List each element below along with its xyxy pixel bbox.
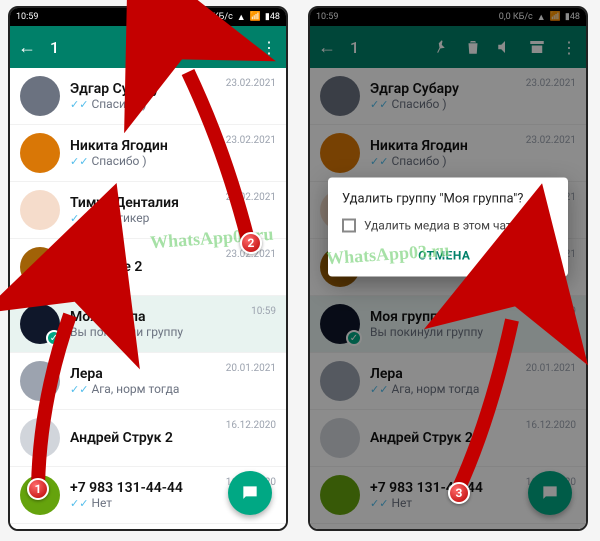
chat-row[interactable]: Тимур Денталия✓✓🌸Стикер 23.02.2021 [10,182,286,239]
chat-name: Дед Теле 2 [70,259,216,275]
avatar[interactable] [20,190,60,230]
mute-icon[interactable] [196,38,214,56]
step-badge-1: 1 [27,478,49,500]
delete-media-checkbox[interactable] [342,218,356,232]
avatar[interactable] [20,247,60,287]
chat-subtitle: ✓✓🌸Стикер [70,211,216,225]
read-ticks-icon: ✓✓ [70,212,88,225]
step-badge-3: 3 [448,482,470,504]
delete-dialog: Удалить группу "Моя группа"? Удалить мед… [328,177,568,276]
avatar[interactable] [20,76,60,116]
chat-subtitle-text: Ага, норм тогда [91,382,179,396]
chat-name: +7 983 131-44-44 [70,480,216,496]
chat-date: 10:59 [251,306,276,317]
wifi-icon: 📶 [250,12,261,22]
step-badge-2: 2 [240,232,262,254]
read-ticks-icon: ✓✓ [70,155,88,168]
chat-name: Тимур Денталия [70,195,216,211]
phone-right: 10:59 0,0 КБ/с ▲ 📶 ▮48 ← 1 [308,6,588,531]
chat-row[interactable]: ✓ Моя группаВы покинули группу 10:59 [10,296,286,353]
status-net: 59,4 КБ/с [194,12,233,22]
dialog-title: Удалить группу "Моя группа"? [342,191,554,206]
chat-subtitle: ✓✓Нет [70,496,216,510]
avatar[interactable] [20,133,60,173]
chat-name: Лера [70,366,216,382]
chat-subtitle-text: Стикер [109,211,149,225]
read-ticks-icon: ✓✓ [70,497,88,510]
chat-date: 23.02.2021 [226,135,276,146]
delete-icon[interactable] [164,38,182,56]
chat-date: 23.02.2021 [226,78,276,89]
read-ticks-icon: ✓✓ [70,383,88,396]
sticker-icon: 🌸 [91,211,106,225]
archive-icon[interactable] [228,38,246,56]
confirm-button[interactable]: УДАЛИТЬ [490,242,554,268]
chat-row[interactable]: Эдгар Субару✓✓Спасибо ) 23.02.2021 [10,68,286,125]
chat-list[interactable]: Эдгар Субару✓✓Спасибо )23.02.2021Никита … [10,68,286,529]
chat-date: 20.01.2021 [226,363,276,374]
chat-subtitle: ✓✓Спасибо ) [70,97,216,111]
chat-subtitle-text: Спасибо ) [91,154,146,168]
selection-count: 1 [50,38,59,57]
selection-toolbar: ← 1 ⋮ [10,26,286,68]
chat-subtitle: ✓✓Ага, норм тогда [70,382,216,396]
chat-subtitle-text: Нет [91,496,112,510]
status-bar: 10:59 59,4 КБ/с ▲ 📶 ▮48 [10,8,286,26]
phone-left: 10:59 59,4 КБ/с ▲ 📶 ▮48 ← 1 [8,6,288,531]
status-time: 10:59 [16,12,38,22]
selected-check-icon: ✓ [46,330,62,346]
chat-name: Эдгар Субару [70,81,216,97]
chat-name: Моя группа [70,309,241,325]
modal-overlay[interactable]: Удалить группу "Моя группа"? Удалить мед… [310,8,586,529]
chat-row[interactable]: Андрей Струк 2 16.12.2020 [10,410,286,467]
avatar[interactable] [20,361,60,401]
chat-name: Никита Ягодин [70,138,216,154]
battery-icon: ▮48 [265,12,280,22]
read-ticks-icon: ✓✓ [70,98,88,111]
chat-subtitle: Вы покинули группу [70,325,241,339]
chat-subtitle: ✓✓Спасибо ) [70,154,216,168]
pin-icon[interactable] [132,38,150,56]
chat-name: Андрей Струк 2 [70,430,216,446]
chat-date: 16.12.2020 [226,420,276,431]
chat-subtitle-text: Спасибо ) [91,97,146,111]
more-icon[interactable]: ⋮ [260,38,278,56]
avatar[interactable] [20,418,60,458]
avatar[interactable]: ✓ [20,304,60,344]
delete-media-label: Удалить медиа в этом чате [364,218,518,232]
chat-subtitle-text: Вы покинули группу [70,325,183,339]
new-chat-fab[interactable] [228,471,272,515]
chat-row[interactable]: Никита Ягодин✓✓Спасибо ) 23.02.2021 [10,125,286,182]
chat-date: 23.02.2021 [226,192,276,203]
signal-icon: ▲ [237,12,246,23]
chat-row[interactable]: Лера✓✓Ага, норм тогда 20.01.2021 [10,353,286,410]
cancel-button[interactable]: ОТМЕНА [416,242,472,268]
back-icon[interactable]: ← [18,37,36,58]
